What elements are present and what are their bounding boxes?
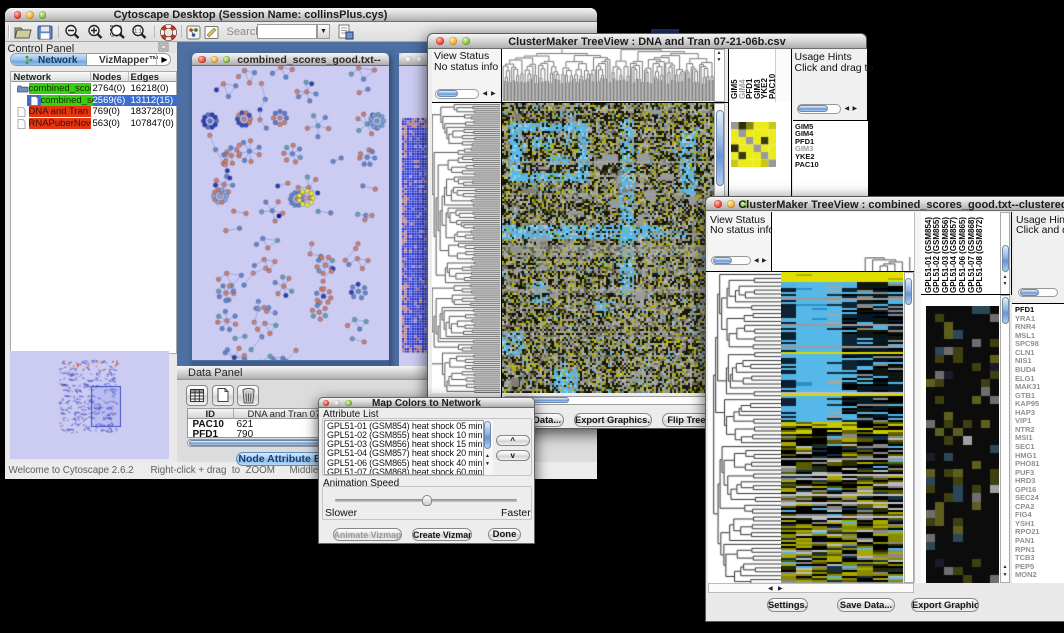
svg-text:1:1: 1:1 xyxy=(134,29,142,35)
